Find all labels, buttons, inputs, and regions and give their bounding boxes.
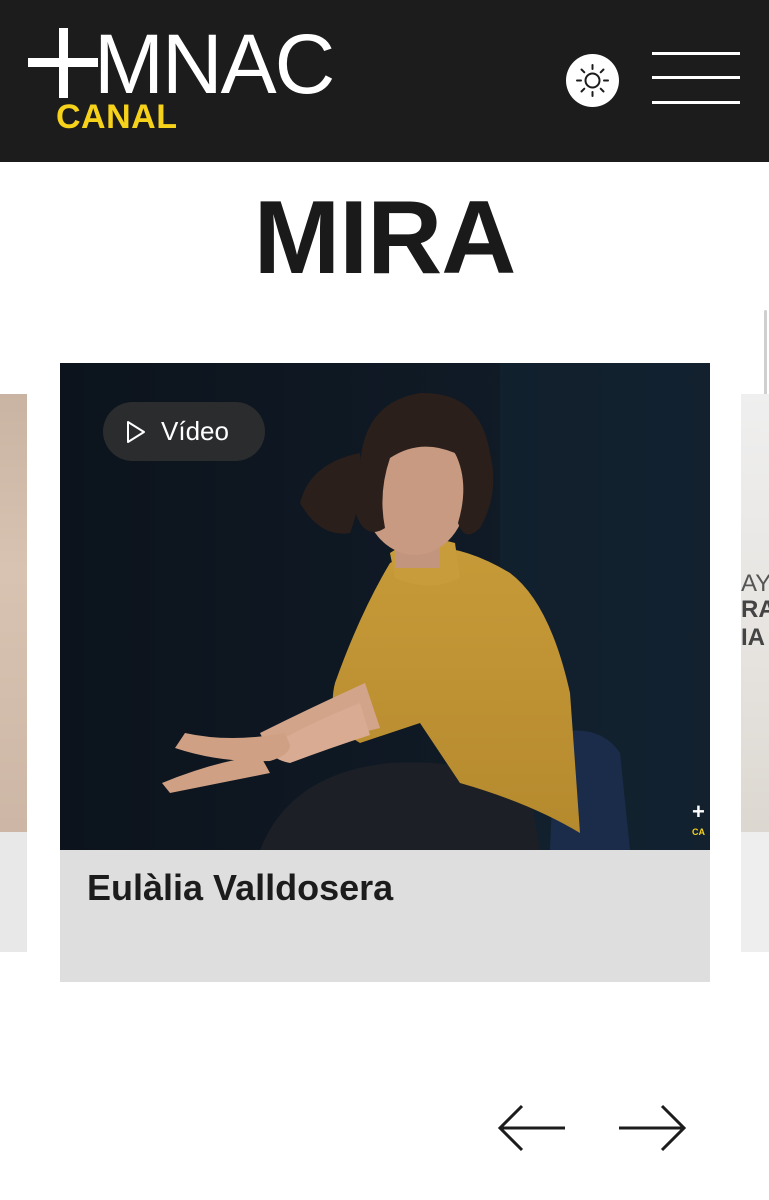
video-badge-label: Vídeo	[161, 416, 229, 446]
logo-subtitle: CANAL	[56, 98, 178, 136]
watermark-sub: CA	[692, 827, 705, 837]
sun-icon	[576, 64, 609, 97]
video-badge: Vídeo	[103, 402, 265, 461]
hamburger-menu-icon[interactable]	[652, 52, 740, 108]
logo-brand: MNAC	[94, 17, 335, 111]
theme-toggle-button[interactable]	[566, 54, 619, 107]
menu-line	[652, 52, 740, 55]
card-title[interactable]: Eulàlia Valldosera	[87, 866, 393, 910]
card-image: AY RA IA	[741, 394, 769, 832]
peek-text: RA	[741, 596, 769, 623]
card-caption	[741, 832, 769, 952]
page-title: MIRA	[253, 180, 517, 296]
carousel-prev-button[interactable]	[497, 1100, 567, 1156]
arrow-left-icon	[497, 1104, 565, 1152]
card-image[interactable]: Vídeo + CA	[60, 363, 710, 850]
carousel-card-previous[interactable]	[0, 394, 27, 952]
peek-text: IA	[741, 624, 765, 651]
carousel-next-button[interactable]	[617, 1100, 687, 1156]
menu-line	[652, 101, 740, 104]
card-image	[0, 394, 27, 832]
play-icon	[127, 421, 145, 443]
plus-icon	[28, 28, 98, 98]
menu-line	[652, 76, 740, 79]
carousel-card-next[interactable]: AY RA IA	[741, 394, 769, 952]
peek-text: AY	[741, 570, 769, 597]
site-header: MNAC CANAL	[0, 0, 769, 162]
arrow-right-icon	[619, 1104, 687, 1152]
channel-watermark: + CA	[692, 801, 705, 843]
carousel-card-active[interactable]: Vídeo + CA Eulàlia Valldosera	[60, 363, 710, 982]
site-logo[interactable]: MNAC CANAL	[28, 17, 368, 139]
card-caption[interactable]: Eulàlia Valldosera	[60, 850, 710, 982]
card-caption	[0, 832, 27, 952]
